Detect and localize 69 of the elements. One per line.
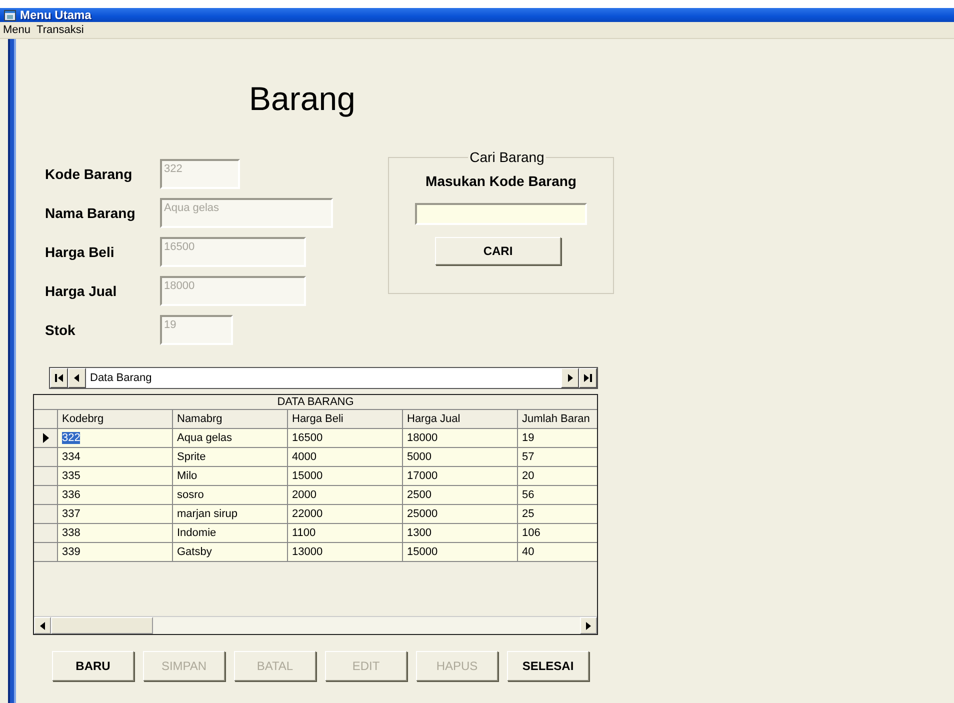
skip-end-icon bbox=[583, 373, 593, 383]
column-header[interactable]: Namabrg bbox=[173, 410, 288, 428]
skip-start-icon bbox=[54, 373, 64, 383]
table-cell: 20 bbox=[522, 470, 534, 482]
last-record-button[interactable] bbox=[579, 368, 597, 388]
table-cell: 337 bbox=[62, 508, 80, 520]
table-cell: Gatsby bbox=[177, 546, 212, 558]
table-cell: 56 bbox=[522, 489, 534, 501]
table-cell: 339 bbox=[62, 546, 80, 558]
horizontal-scrollbar[interactable] bbox=[34, 616, 597, 634]
right-triangle-icon bbox=[565, 373, 575, 383]
previous-record-button[interactable] bbox=[68, 368, 86, 388]
table-cell: sosro bbox=[177, 489, 204, 501]
next-record-button[interactable] bbox=[561, 368, 579, 388]
table-cell: 25000 bbox=[407, 508, 438, 520]
table-cell: 15000 bbox=[292, 470, 323, 482]
table-cell: 322 bbox=[62, 432, 80, 444]
table-cell: 25 bbox=[522, 508, 534, 520]
action-button[interactable]: BARU bbox=[52, 651, 134, 681]
table-cell: 40 bbox=[522, 546, 534, 558]
table-cell: 22000 bbox=[292, 508, 323, 520]
menu-item[interactable]: Menu bbox=[0, 24, 34, 36]
search-button[interactable]: CARI bbox=[435, 237, 561, 265]
window-title: Menu Utama bbox=[20, 8, 92, 22]
current-row-icon bbox=[42, 433, 48, 443]
scroll-thumb[interactable] bbox=[51, 617, 153, 634]
field-label: Kode Barang bbox=[44, 166, 134, 182]
table-cell: 106 bbox=[522, 527, 540, 539]
field-label: Harga Jual bbox=[44, 283, 118, 299]
form-heading: Barang bbox=[249, 79, 356, 119]
table-cell: 4000 bbox=[292, 451, 316, 463]
menu-item[interactable]: Transaksi bbox=[34, 24, 87, 36]
table-cell: 1300 bbox=[407, 527, 432, 539]
column-header[interactable]: Kodebrg bbox=[58, 410, 173, 428]
group-title: Cari Barang bbox=[468, 149, 546, 165]
table-cell: 19 bbox=[522, 432, 534, 444]
search-label: Masukan Kode Barang bbox=[424, 173, 578, 189]
table-cell: 338 bbox=[62, 527, 80, 539]
table-cell: 1100 bbox=[292, 527, 316, 539]
table-cell: 5000 bbox=[407, 451, 432, 463]
table-cell: 335 bbox=[62, 470, 80, 482]
action-button[interactable]: SELESAI bbox=[507, 651, 589, 681]
navigator-caption: Data Barang bbox=[89, 371, 153, 386]
table-cell: 2500 bbox=[407, 489, 432, 501]
table-cell: Sprite bbox=[177, 451, 206, 463]
window-icon bbox=[4, 10, 16, 20]
field-label: Nama Barang bbox=[44, 205, 136, 221]
column-header[interactable]: Harga Jual bbox=[403, 410, 518, 428]
search-field[interactable] bbox=[415, 203, 587, 225]
table-cell: 336 bbox=[62, 489, 80, 501]
first-record-button[interactable] bbox=[50, 368, 68, 388]
field-label: Stok bbox=[44, 322, 76, 338]
table-cell: 15000 bbox=[407, 546, 438, 558]
table-cell: 2000 bbox=[292, 489, 316, 501]
grid-caption: DATA BARANG bbox=[34, 395, 597, 410]
table-cell: 16500 bbox=[292, 432, 323, 444]
column-header[interactable]: Jumlah Baran bbox=[518, 410, 597, 428]
table-cell: Milo bbox=[177, 470, 198, 482]
table-cell: 57 bbox=[522, 451, 534, 463]
table-cell: Aqua gelas bbox=[177, 432, 232, 444]
left-triangle-icon bbox=[72, 373, 82, 383]
table-cell: Indomie bbox=[177, 527, 216, 539]
table-cell: 13000 bbox=[292, 546, 323, 558]
table-cell: 18000 bbox=[407, 432, 438, 444]
table-cell: 334 bbox=[62, 451, 80, 463]
field-label: Harga Beli bbox=[44, 244, 116, 260]
table-cell: marjan sirup bbox=[177, 508, 238, 520]
column-header[interactable]: Harga Beli bbox=[288, 410, 403, 428]
table-cell: 17000 bbox=[407, 470, 438, 482]
